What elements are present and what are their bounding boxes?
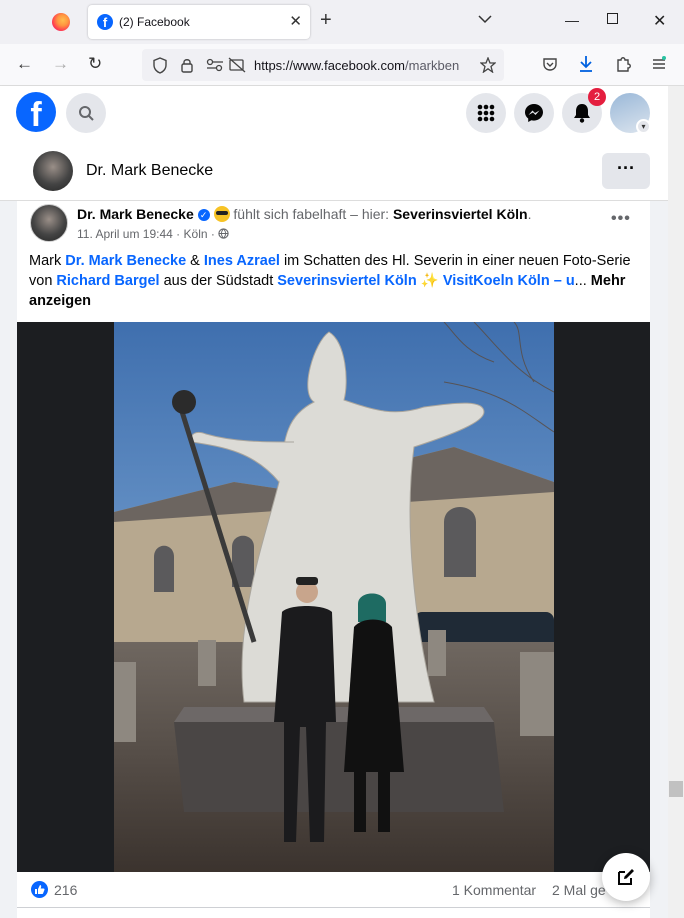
cool-face-emoji-icon xyxy=(213,206,230,222)
profile-avatar[interactable] xyxy=(33,151,73,191)
browser-tab-bar: f (2) Facebook ✕ + — ✕ xyxy=(0,0,684,44)
post-author-avatar[interactable] xyxy=(30,204,68,242)
compose-message-button[interactable] xyxy=(602,853,650,901)
post-date[interactable]: 11. April um 19:44 xyxy=(77,227,173,241)
tab-list-chevron-icon[interactable] xyxy=(478,12,492,26)
address-bar[interactable]: https://www.facebook.com/markben xyxy=(142,49,504,81)
hamburger-menu-icon[interactable] xyxy=(651,56,667,72)
tab-title: (2) Facebook xyxy=(119,15,190,29)
post-text: Mark Dr. Mark Benecke & Ines Azrael im S… xyxy=(29,253,631,309)
tag-link[interactable]: Severinsviertel Köln xyxy=(277,273,416,289)
search-icon xyxy=(79,106,94,121)
tracking-blocked-icon[interactable] xyxy=(228,57,246,73)
post-options-icon[interactable]: ••• xyxy=(611,210,631,228)
forward-arrow-icon[interactable]: → xyxy=(52,55,69,73)
permissions-icon[interactable] xyxy=(206,58,224,72)
new-tab-button[interactable]: + xyxy=(320,10,332,30)
post-meta: 11. April um 19:44 · Köln · xyxy=(77,227,229,241)
verified-badge-icon: ✓ xyxy=(197,209,210,221)
post-author-name[interactable]: Dr. Mark Benecke xyxy=(77,206,194,222)
grid-menu-icon xyxy=(477,104,495,122)
messenger-icon xyxy=(525,104,543,122)
globe-icon xyxy=(218,228,229,239)
download-icon[interactable] xyxy=(578,55,594,73)
notifications-badge: 2 xyxy=(588,88,606,106)
minimize-window-icon[interactable]: — xyxy=(565,12,579,28)
facebook-favicon-icon: f xyxy=(97,14,113,30)
like-count[interactable]: 216 xyxy=(54,882,77,898)
tag-link[interactable]: Richard Bargel xyxy=(56,273,159,289)
close-window-icon[interactable]: ✕ xyxy=(653,11,666,31)
lock-icon[interactable] xyxy=(180,57,194,73)
reload-icon[interactable]: ↻ xyxy=(88,55,102,73)
like-thumbs-up-icon[interactable] xyxy=(31,881,48,898)
search-button[interactable] xyxy=(66,93,106,133)
back-arrow-icon[interactable]: ← xyxy=(16,55,33,73)
url-text: https://www.facebook.com/markben xyxy=(254,58,460,73)
menu-button[interactable] xyxy=(466,93,506,133)
pocket-icon[interactable] xyxy=(542,56,558,72)
tag-link[interactable]: Dr. Mark Benecke xyxy=(65,253,186,269)
comment-count[interactable]: 1 Kommentar xyxy=(452,882,536,898)
bell-icon xyxy=(574,104,590,123)
firefox-icon[interactable] xyxy=(52,13,70,31)
extensions-puzzle-icon[interactable] xyxy=(615,55,632,72)
post-photo[interactable] xyxy=(114,322,554,872)
tag-link[interactable]: VisitKoeln Köln – u xyxy=(443,273,575,289)
post-footer: 216 1 Kommentar 2 Mal ge xyxy=(17,872,650,908)
browser-navigation-bar: ← → ↻ https://www.facebook.com/markben xyxy=(0,44,684,86)
profile-more-button[interactable]: ··· xyxy=(602,153,650,189)
post-city[interactable]: Köln xyxy=(184,227,208,241)
facebook-header: f 2 ▾ xyxy=(0,86,668,142)
bookmark-star-icon[interactable] xyxy=(480,57,496,73)
post-feeling-text: fühlt sich fabelhaft – hier: xyxy=(233,206,390,222)
scrollbar-thumb[interactable] xyxy=(669,781,683,797)
compose-icon xyxy=(618,869,634,885)
share-count[interactable]: 2 Mal ge xyxy=(552,882,606,898)
shield-icon[interactable] xyxy=(152,57,168,74)
tag-link[interactable]: Ines Azrael xyxy=(204,253,280,269)
post-card: Dr. Mark Benecke ✓ fühlt sich fabelhaft … xyxy=(17,201,650,918)
maximize-window-icon[interactable] xyxy=(607,13,618,24)
profile-name[interactable]: Dr. Mark Benecke xyxy=(86,162,213,180)
post-header-line: Dr. Mark Benecke ✓ fühlt sich fabelhaft … xyxy=(77,206,532,222)
account-chevron-down-icon[interactable]: ▾ xyxy=(636,119,651,134)
browser-tab-facebook[interactable]: f (2) Facebook ✕ xyxy=(88,5,310,39)
profile-sticky-bar: Dr. Mark Benecke ··· xyxy=(0,142,668,201)
tab-close-icon[interactable]: ✕ xyxy=(289,12,302,30)
messenger-button[interactable] xyxy=(514,93,554,133)
facebook-logo-icon[interactable]: f xyxy=(16,92,56,132)
post-photo-container[interactable] xyxy=(17,322,650,872)
post-location-link[interactable]: Severinsviertel Köln xyxy=(393,206,528,222)
